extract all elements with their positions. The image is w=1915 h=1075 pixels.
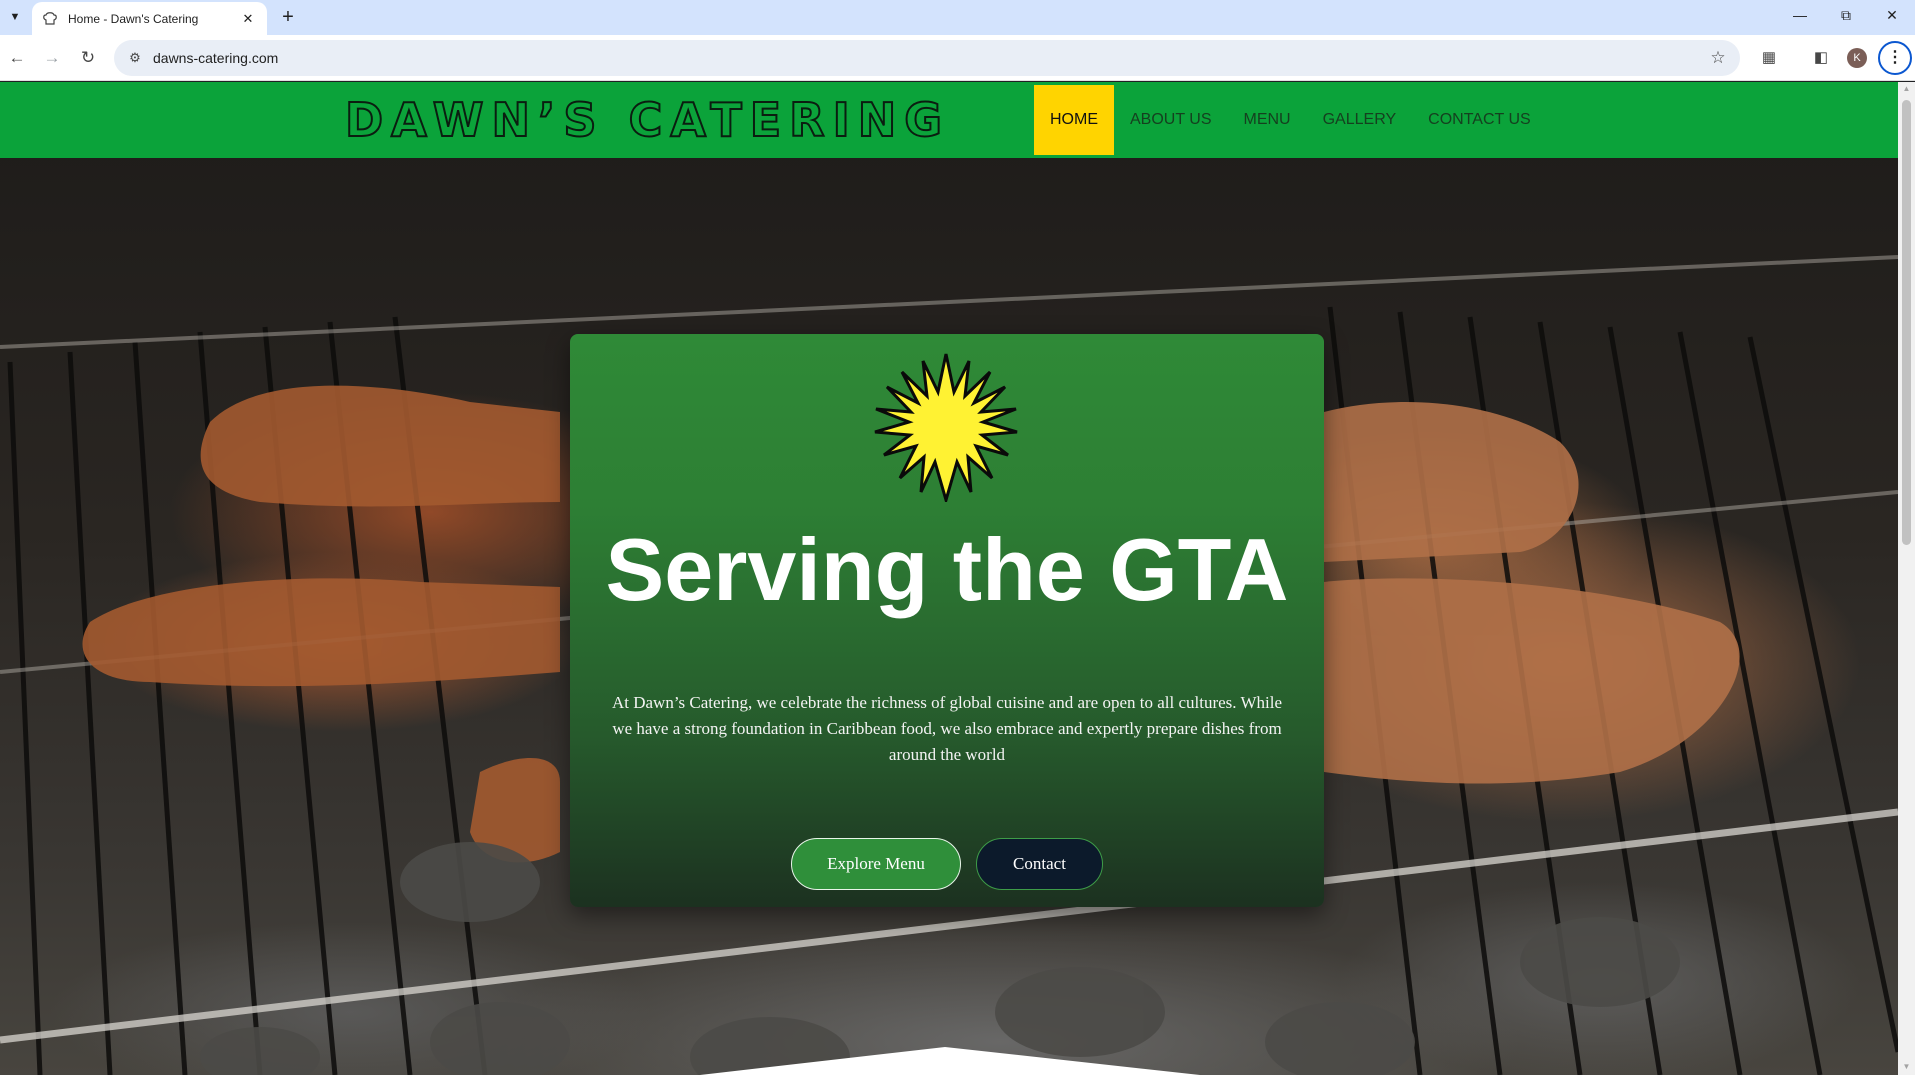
page-scrollbar[interactable]: ▲ ▼: [1898, 82, 1915, 1075]
tab-search-button[interactable]: ▼: [4, 6, 26, 28]
scrollbar-thumb[interactable]: [1902, 100, 1911, 545]
plus-icon[interactable]: +: [276, 5, 300, 29]
explore-menu-button[interactable]: Explore Menu: [791, 838, 961, 890]
address-bar[interactable]: ⚙ dawns-catering.com ☆: [114, 40, 1740, 76]
url-text[interactable]: dawns-catering.com: [153, 50, 278, 66]
page-viewport: DAWN’S CATERING HOME ABOUT US MENU GALLE…: [0, 82, 1898, 1075]
reload-icon[interactable]: ↻: [74, 44, 102, 72]
nav-item-contact-us[interactable]: CONTACT US: [1412, 85, 1547, 155]
chef-hat-icon: [43, 11, 57, 25]
back-arrow-icon[interactable]: ←: [3, 44, 31, 72]
main-nav: HOME ABOUT US MENU GALLERY CONTACT US: [1034, 85, 1547, 155]
puzzle-icon[interactable]: ▦: [1755, 44, 1783, 72]
sun-shape: [874, 353, 1018, 502]
nav-item-about-us[interactable]: ABOUT US: [1114, 85, 1228, 155]
sun-icon: [874, 353, 1018, 502]
forward-arrow-icon[interactable]: →: [38, 44, 66, 72]
minimize-button[interactable]: —: [1777, 0, 1823, 30]
hero-card: Serving the GTA At Dawn’s Catering, we c…: [570, 334, 1324, 907]
nav-item-gallery[interactable]: GALLERY: [1307, 85, 1413, 155]
chevron-down-icon: ▼: [9, 11, 21, 23]
avatar[interactable]: K: [1847, 48, 1867, 68]
browser-tab-strip: ▼ Home - Dawn's Catering ✕ + — ⧉ ✕: [0, 0, 1915, 35]
side-panel-icon[interactable]: ◧: [1807, 44, 1835, 72]
tab-title: Home - Dawn's Catering: [68, 11, 199, 26]
nav-item-menu[interactable]: MENU: [1228, 85, 1307, 155]
site-header: DAWN’S CATERING HOME ABOUT US MENU GALLE…: [0, 82, 1898, 158]
site-info-icon[interactable]: ⚙: [123, 46, 147, 70]
contact-button[interactable]: Contact: [976, 838, 1103, 890]
browser-toolbar: ← → ↻ ⚙ dawns-catering.com ☆ ▦ ◧ K ⋮: [0, 35, 1915, 81]
hero-description: At Dawn’s Catering, we celebrate the ric…: [611, 693, 1282, 764]
nav-item-home[interactable]: HOME: [1034, 85, 1114, 155]
restore-button[interactable]: ⧉: [1823, 0, 1869, 30]
star-icon[interactable]: ☆: [1706, 46, 1730, 70]
kebab-menu-icon[interactable]: ⋮: [1878, 41, 1912, 75]
scroll-down-icon[interactable]: ▼: [1901, 1062, 1912, 1072]
browser-tab[interactable]: Home - Dawn's Catering ✕: [32, 2, 267, 35]
site-logo[interactable]: DAWN’S CATERING: [344, 92, 950, 148]
section-divider: [700, 1047, 1200, 1075]
hero-title: Serving the GTA: [605, 520, 1289, 619]
close-icon[interactable]: ✕: [239, 10, 257, 28]
window-close-button[interactable]: ✕: [1869, 0, 1915, 30]
scroll-up-icon[interactable]: ▲: [1901, 84, 1912, 94]
